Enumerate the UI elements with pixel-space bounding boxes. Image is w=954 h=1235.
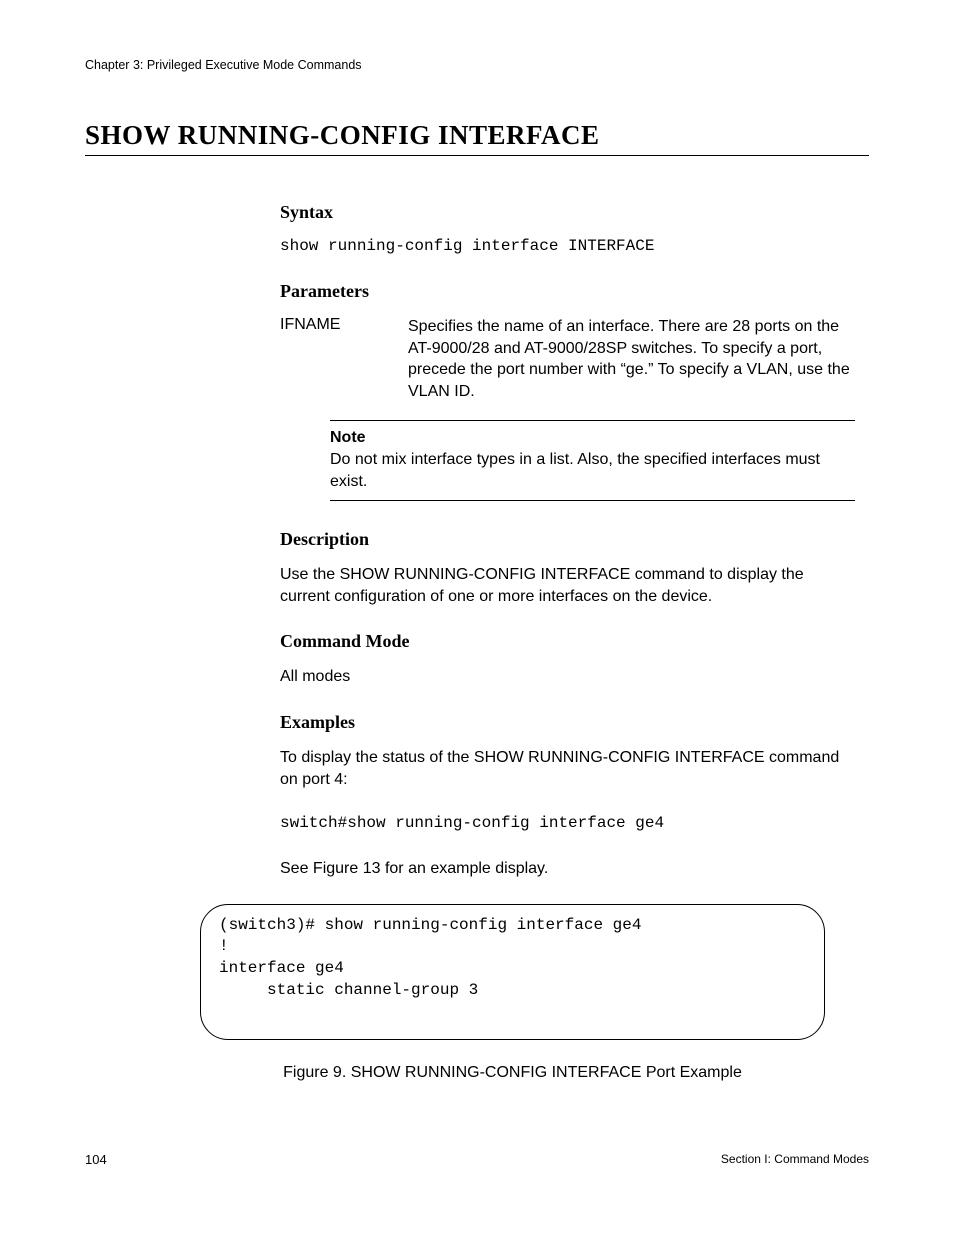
section-label: Section I: Command Modes xyxy=(721,1152,869,1167)
description-text: Use the SHOW RUNNING-CONFIG INTERFACE co… xyxy=(280,564,855,607)
note-block: Note Do not mix interface types in a lis… xyxy=(330,420,855,501)
parameters-heading: Parameters xyxy=(280,281,855,302)
examples-intro: To display the status of the SHOW RUNNIN… xyxy=(280,747,855,790)
page-number: 104 xyxy=(85,1152,107,1167)
page-title: SHOW RUNNING-CONFIG INTERFACE xyxy=(85,120,869,151)
parameter-name: IFNAME xyxy=(280,316,360,402)
command-mode-text: All modes xyxy=(280,666,855,688)
command-mode-heading: Command Mode xyxy=(280,631,855,652)
syntax-line: show running-config interface INTERFACE xyxy=(280,237,855,255)
syntax-heading: Syntax xyxy=(280,202,855,223)
figure-caption: Figure 9. SHOW RUNNING-CONFIG INTERFACE … xyxy=(200,1064,825,1082)
title-block: SHOW RUNNING-CONFIG INTERFACE xyxy=(85,120,869,156)
parameter-description: Specifies the name of an interface. Ther… xyxy=(408,316,855,402)
examples-see: See Figure 13 for an example display. xyxy=(280,858,855,880)
description-heading: Description xyxy=(280,529,855,550)
parameter-row: IFNAME Specifies the name of an interfac… xyxy=(280,316,855,402)
examples-heading: Examples xyxy=(280,712,855,733)
chapter-header: Chapter 3: Privileged Executive Mode Com… xyxy=(85,58,869,72)
examples-command: switch#show running-config interface ge4 xyxy=(280,814,855,832)
page-footer: 104 Section I: Command Modes xyxy=(85,1152,869,1167)
note-label: Note xyxy=(330,427,855,449)
note-text: Do not mix interface types in a list. Al… xyxy=(330,449,855,492)
example-output-box: (switch3)# show running-config interface… xyxy=(200,904,825,1040)
